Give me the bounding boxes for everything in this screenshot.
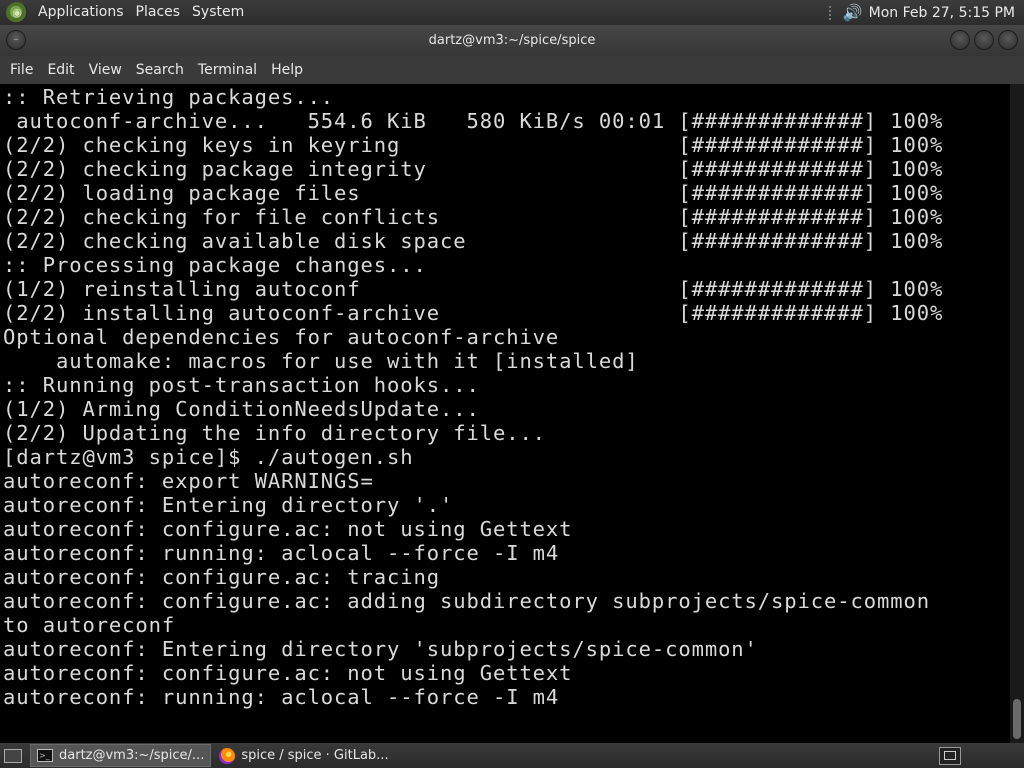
maximize-button[interactable] [974, 30, 994, 50]
terminal-line: autoreconf: running: aclocal --force -I … [3, 541, 560, 565]
bottom-panel-right [939, 746, 1024, 765]
places-menu[interactable]: Places [130, 0, 187, 25]
terminal-line: (2/2) loading package files [###########… [3, 181, 944, 205]
top-panel: ◉ Applications Places System 🔊 Mon Feb 2… [0, 0, 1024, 25]
terminal-line: autoreconf: export WARNINGS= [3, 469, 374, 493]
terminal-line: :: Processing package changes... [3, 253, 427, 277]
terminal-line: (1/2) reinstalling autoconf [###########… [3, 277, 944, 301]
terminal-line: [dartz@vm3 spice]$ ./autogen.sh [3, 445, 414, 469]
terminal-line: (2/2) checking keys in keyring [########… [3, 133, 944, 157]
terminal-line: autoreconf: Entering directory 'subproje… [3, 637, 758, 661]
taskbar-item-firefox[interactable]: spice / spice · GitLab... [213, 744, 394, 767]
terminal-line: autoreconf: configure.ac: not using Gett… [3, 517, 573, 541]
terminal-text[interactable]: :: Retrieving packages... autoconf-archi… [0, 84, 1010, 709]
workspace-switcher-icon[interactable] [939, 746, 961, 765]
terminal-line: to autoreconf [3, 613, 176, 637]
firefox-icon [219, 747, 236, 764]
applications-menu[interactable]: Applications [32, 0, 130, 25]
terminal-scrollbar[interactable] [1010, 84, 1024, 743]
taskbar-item-label: dartz@vm3:~/spice/... [59, 748, 205, 763]
show-desktop-icon[interactable] [4, 748, 22, 763]
window-titlebar[interactable]: – dartz@vm3:~/spice/spice [0, 25, 1024, 56]
terminal-line: autoreconf: configure.ac: not using Gett… [3, 661, 573, 685]
terminal-line: autoreconf: running: aclocal --force -I … [3, 685, 560, 709]
terminal-window: – dartz@vm3:~/spice/spice File Edit View… [0, 25, 1024, 743]
panel-right: 🔊 Mon Feb 27, 5:15 PM [828, 0, 1024, 25]
terminal-line: automake: macros for use with it [instal… [55, 349, 639, 373]
terminal-line: :: Running post-transaction hooks... [3, 373, 480, 397]
terminal-line: autoconf-archive... 554.6 KiB 580 KiB/s … [16, 109, 944, 133]
menu-terminal[interactable]: Terminal [191, 56, 264, 84]
menu-search[interactable]: Search [129, 56, 191, 84]
terminal-line: (2/2) checking for file conflicts [#####… [3, 205, 944, 229]
minimize-button[interactable] [950, 30, 970, 50]
speaker-icon[interactable]: 🔊 [843, 3, 863, 22]
terminal-line: (2/2) installing autoconf-archive [#####… [3, 301, 944, 325]
terminal-line: Optional dependencies for autoconf-archi… [3, 325, 560, 349]
system-menu[interactable]: System [186, 0, 250, 25]
terminal-icon: >_ [37, 749, 53, 762]
menu-view[interactable]: View [82, 56, 129, 84]
menu-edit[interactable]: Edit [40, 56, 81, 84]
terminal-line: :: Retrieving packages... [3, 85, 335, 109]
clock[interactable]: Mon Feb 27, 5:15 PM [869, 5, 1024, 21]
terminal-line: (1/2) Arming ConditionNeedsUpdate... [3, 397, 480, 421]
terminal-line: autoreconf: configure.ac: tracing [3, 565, 440, 589]
taskbar-item-label: spice / spice · GitLab... [241, 748, 389, 763]
panel-menus: ◉ Applications Places System [0, 0, 250, 25]
menubar: File Edit View Search Terminal Help [0, 56, 1024, 84]
window-title: dartz@vm3:~/spice/spice [428, 33, 596, 48]
distro-logo-icon[interactable]: ◉ [6, 1, 28, 24]
close-button[interactable] [998, 30, 1018, 50]
window-menu-icon[interactable]: – [6, 30, 26, 50]
taskbar-item-terminal[interactable]: >_ dartz@vm3:~/spice/... [30, 744, 212, 767]
terminal-line: (2/2) Updating the info directory file..… [3, 421, 546, 445]
terminal-line: autoreconf: Entering directory '.' [3, 493, 454, 517]
terminal-line: autoreconf: configure.ac: adding subdire… [3, 589, 930, 613]
scrollbar-thumb[interactable] [1013, 699, 1021, 739]
menu-file[interactable]: File [3, 56, 40, 84]
terminal-line: (2/2) checking package integrity [######… [3, 157, 944, 181]
panel-handle[interactable] [828, 5, 835, 20]
terminal-output[interactable]: :: Retrieving packages... autoconf-archi… [0, 84, 1010, 743]
bottom-panel: >_ dartz@vm3:~/spice/... spice / spice ·… [0, 743, 1024, 768]
menu-help[interactable]: Help [264, 56, 310, 84]
terminal-line: (2/2) checking available disk space [###… [3, 229, 944, 253]
